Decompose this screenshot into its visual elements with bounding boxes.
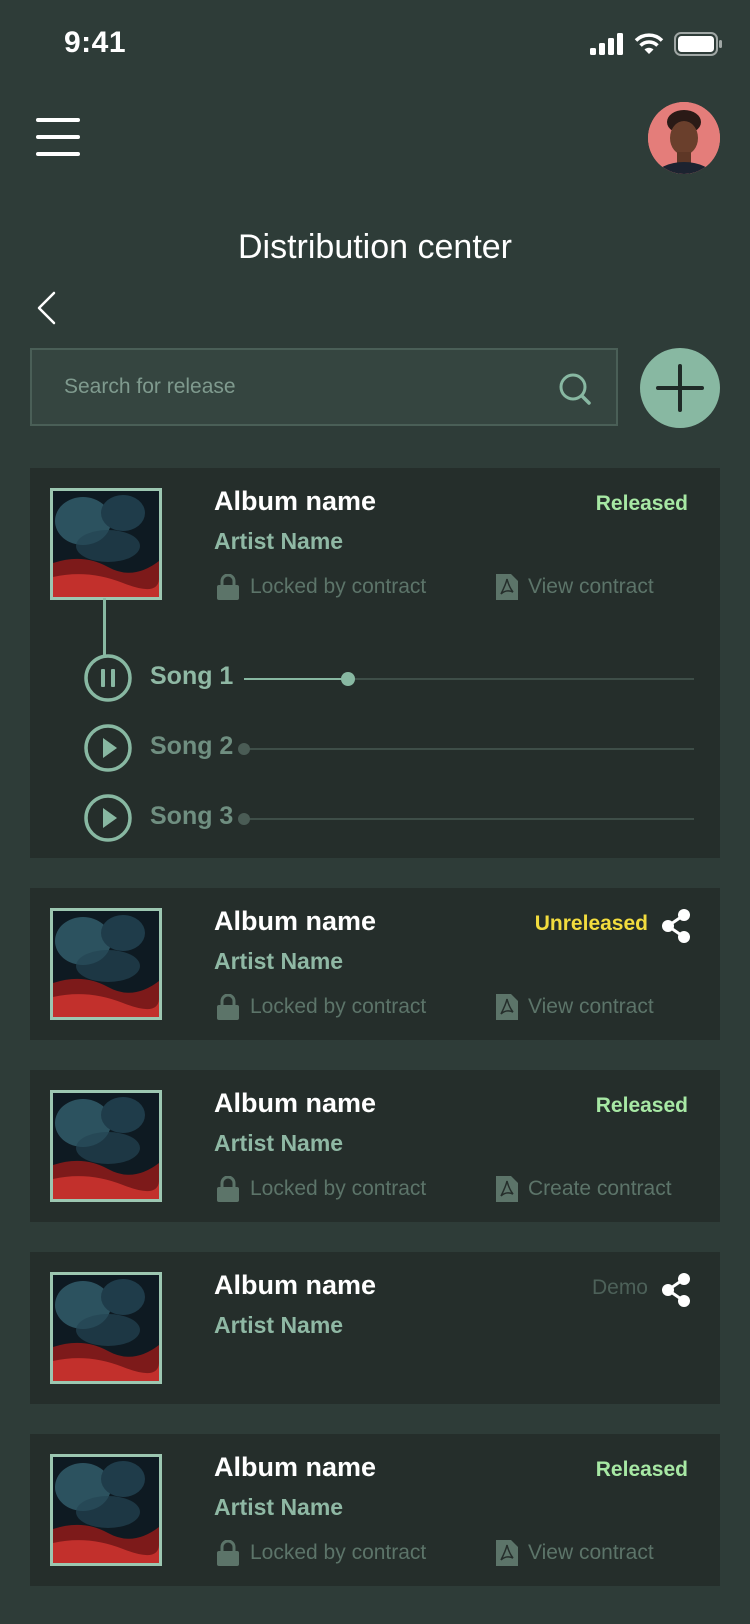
release-card[interactable]: Album name Artist Name Released Locked b… [30, 468, 720, 858]
artist-name: Artist Name [214, 528, 344, 554]
status-time: 9:41 [64, 26, 127, 59]
lock-info: Locked by contract [216, 994, 426, 1020]
pdf-icon [496, 994, 518, 1020]
wifi-icon [634, 33, 664, 54]
status-badge: Released [595, 492, 688, 515]
contract-label: Create contract [528, 1177, 672, 1200]
song-progress-track[interactable] [244, 672, 694, 686]
lock-info: Locked by contract [216, 574, 426, 600]
album-name: Album name [214, 906, 377, 936]
song-row: Song 3 [84, 794, 694, 844]
pause-icon[interactable] [84, 654, 132, 702]
song-row: Song 2 [84, 724, 694, 774]
contract-label: View contract [528, 575, 654, 598]
album-name: Album name [214, 1270, 377, 1300]
lock-label: Locked by contract [250, 1541, 427, 1564]
lock-info: Locked by contract [216, 1176, 426, 1202]
release-card[interactable]: Album name Artist Name Released Locked b… [30, 1070, 720, 1222]
share-icon[interactable] [660, 1272, 692, 1308]
lock-label: Locked by contract [250, 575, 427, 598]
album-cover [50, 1090, 162, 1202]
back-arrow-icon[interactable] [34, 290, 58, 326]
pdf-icon [496, 574, 518, 600]
contract-label: View contract [528, 1541, 654, 1564]
song-progress-knob[interactable] [340, 672, 355, 686]
album-cover [50, 1272, 162, 1384]
connector-line [103, 598, 106, 656]
status-icons [590, 32, 722, 56]
lock-icon [217, 1540, 239, 1566]
pdf-icon [496, 1540, 518, 1566]
album-name: Album name [214, 1088, 377, 1118]
song-progress-track[interactable] [238, 813, 694, 825]
song-progress-knob[interactable] [238, 813, 250, 825]
album-name: Album name [214, 1452, 377, 1482]
status-badge: Released [595, 1458, 688, 1481]
artist-name: Artist Name [214, 1494, 344, 1520]
artist-name: Artist Name [214, 1312, 344, 1338]
play-icon[interactable] [84, 794, 132, 842]
play-icon[interactable] [84, 724, 132, 772]
avatar[interactable] [648, 102, 720, 174]
lock-label: Locked by contract [250, 995, 427, 1018]
view-contract-link[interactable]: View contract [496, 1540, 654, 1566]
share-icon[interactable] [660, 908, 692, 944]
release-card[interactable]: Album name Artist Name Demo [30, 1252, 720, 1404]
menu-icon[interactable] [36, 118, 80, 156]
song-row: Song 1 [84, 654, 694, 704]
song-progress-knob[interactable] [238, 743, 250, 755]
view-contract-link[interactable]: View contract [496, 574, 654, 600]
status-badge: Unreleased [534, 912, 648, 935]
lock-info: Locked by contract [216, 1540, 426, 1566]
lock-icon [217, 574, 239, 600]
add-release-button[interactable] [640, 348, 720, 428]
signal-icon [590, 33, 623, 55]
song-title: Song 3 [150, 802, 234, 830]
lock-icon [217, 1176, 239, 1202]
album-cover [50, 908, 162, 1020]
song-progress-track[interactable] [238, 743, 694, 755]
contract-label: View contract [528, 995, 654, 1018]
album-cover [50, 1454, 162, 1566]
status-badge: Demo [591, 1276, 648, 1299]
page-title: Distribution center [237, 228, 512, 266]
view-contract-link[interactable]: View contract [496, 994, 654, 1020]
create-contract-link[interactable]: Create contract [496, 1176, 672, 1202]
release-card[interactable]: Album name Artist Name Unreleased Locked… [30, 888, 720, 1040]
plus-icon [656, 364, 704, 412]
artist-name: Artist Name [214, 948, 344, 974]
lock-icon [217, 994, 239, 1020]
release-card[interactable]: Album name Artist Name Released Locked b… [30, 1434, 720, 1586]
album-cover [50, 488, 162, 600]
album-name: Album name [214, 486, 377, 516]
pdf-icon [496, 1176, 518, 1202]
battery-icon [674, 32, 722, 56]
search-field [30, 348, 618, 426]
artist-name: Artist Name [214, 1130, 344, 1156]
status-badge: Released [595, 1094, 688, 1117]
song-title: Song 2 [150, 732, 234, 760]
search-input[interactable] [32, 350, 616, 424]
song-title: Song 1 [150, 662, 234, 690]
song-progress-fill [244, 678, 348, 680]
lock-label: Locked by contract [250, 1177, 427, 1200]
search-icon[interactable] [558, 372, 592, 406]
